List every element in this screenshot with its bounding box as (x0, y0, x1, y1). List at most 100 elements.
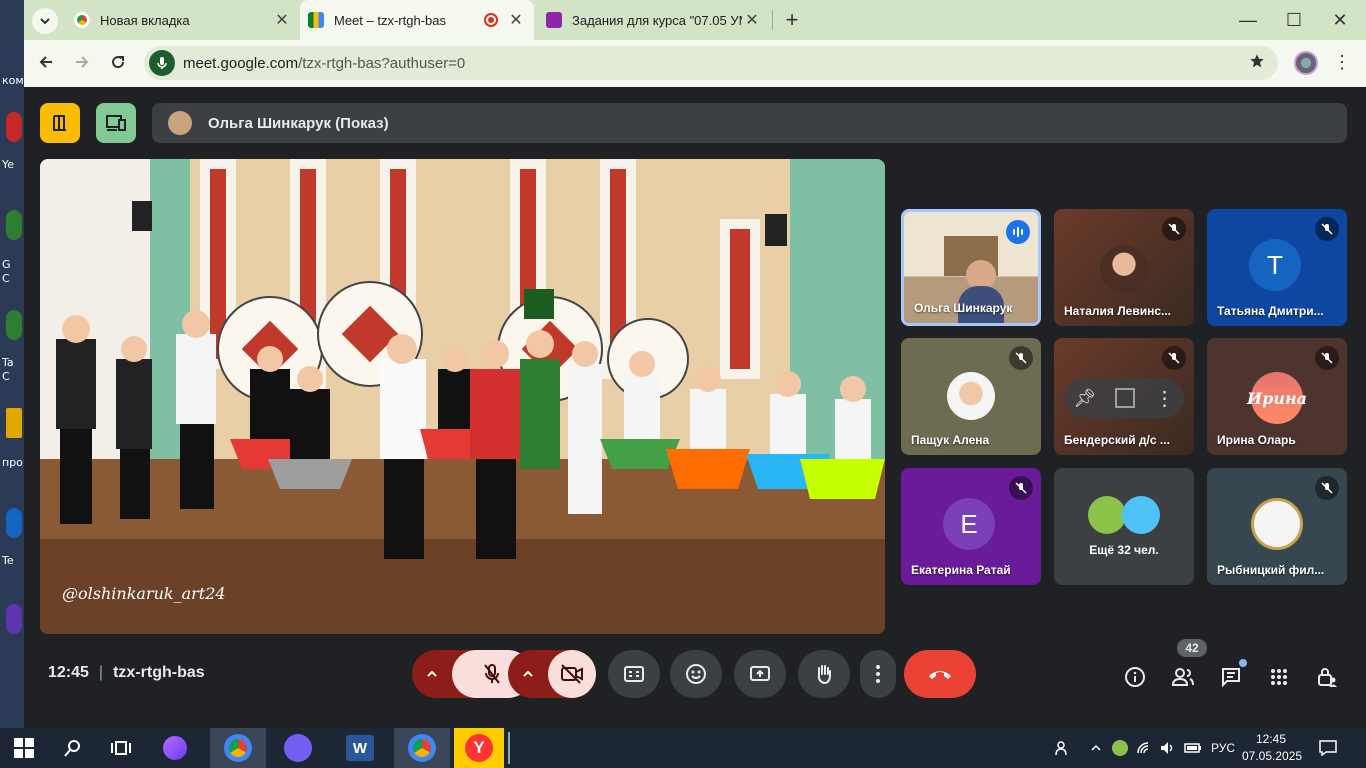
windows-logo-icon (14, 738, 34, 758)
more-options-button[interactable] (860, 650, 896, 698)
profile-avatar[interactable] (1294, 51, 1318, 75)
alice-assistant-button[interactable] (152, 728, 198, 768)
desktop-label: C (2, 272, 10, 285)
people-tray-icon[interactable] (1050, 738, 1074, 758)
start-button[interactable] (0, 728, 48, 768)
clock[interactable]: 12:45 07.05.2025 (1242, 731, 1303, 765)
stage-watermark: @olshinkaruk_art24 (62, 584, 226, 603)
reload-button[interactable] (104, 50, 132, 78)
bookmark-star-icon[interactable] (1248, 52, 1266, 75)
present-button[interactable] (734, 650, 786, 698)
avatar (947, 372, 995, 420)
chat-icon (1222, 668, 1240, 688)
desktop-app-icon[interactable] (6, 310, 22, 340)
volume-icon[interactable] (1158, 738, 1178, 758)
mic-off-icon (1009, 346, 1033, 370)
taskbar-viber[interactable] (270, 728, 326, 768)
people-count-badge: 42 (1177, 639, 1207, 657)
desktop-app-icon[interactable] (6, 408, 22, 438)
tab-close-icon[interactable]: ✕ (742, 10, 762, 30)
language-indicator[interactable]: РУС (1208, 738, 1238, 758)
chevron-up-icon (523, 670, 533, 677)
tab-new-tab[interactable]: Новая вкладка ✕ (68, 0, 298, 40)
desktop-label: про (2, 456, 23, 469)
more-participants-tile[interactable]: Ещё 32 чел. (1054, 468, 1194, 585)
present-screen-icon (750, 666, 770, 681)
tab-meet[interactable]: Meet – tzx-rtgh-bas ✕ (300, 0, 534, 40)
desktop-label: Ye (2, 158, 15, 171)
task-view-button[interactable] (98, 728, 144, 768)
mic-off-icon (1009, 476, 1033, 500)
arrow-right-icon (76, 56, 89, 68)
companion-mode-button[interactable] (96, 103, 136, 143)
captions-button[interactable] (608, 650, 660, 698)
back-button[interactable] (32, 50, 60, 78)
maximize-button[interactable]: ☐ (1280, 6, 1308, 34)
clock-date: 07.05.2025 (1242, 749, 1303, 763)
desktop-app-icon[interactable] (6, 604, 22, 634)
participant-tile[interactable]: Пащук Алена (901, 338, 1041, 455)
close-window-button[interactable]: ✕ (1326, 6, 1354, 34)
taskbar-word[interactable]: W (332, 728, 388, 768)
tab-bar: Новая вкладка ✕ Meet – tzx-rtgh-bas ✕ За… (24, 0, 1366, 40)
participant-tile[interactable]: 📌︎ ⋮ Бендерский д/с ... (1054, 338, 1194, 455)
forward-button[interactable] (68, 50, 96, 78)
taskbar-yandex[interactable]: Y (454, 728, 504, 768)
desktop-app-icon[interactable] (6, 112, 22, 142)
kebab-menu-icon (876, 665, 880, 683)
people-button[interactable]: 42 (1167, 639, 1207, 693)
taskbar-chrome-1[interactable] (210, 728, 266, 768)
chat-button[interactable] (1215, 659, 1247, 693)
address-bar[interactable]: meet.google.com/tzx-rtgh-bas?authuser=0 (144, 46, 1278, 80)
participant-tile[interactable]: Ольга Шинкарук (901, 209, 1041, 326)
avatar (1122, 496, 1160, 534)
participant-tile[interactable]: Наталия Левинс... (1054, 209, 1194, 326)
antivirus-tray-icon[interactable] (1110, 738, 1130, 758)
minimize-button[interactable]: — (1234, 6, 1262, 34)
shared-screen[interactable]: @olshinkaruk_art24 (40, 159, 885, 634)
desktop-label: ком (2, 74, 24, 87)
reactions-button[interactable] (670, 650, 722, 698)
meeting-details-button[interactable] (1119, 661, 1151, 693)
kebab-menu-icon[interactable]: ⋮ (1332, 52, 1352, 76)
leave-presentation-button[interactable] (40, 103, 80, 143)
tab-title: Meet – tzx-rtgh-bas (334, 12, 446, 28)
participant-tile[interactable]: Ирина Ирина Оларь (1207, 338, 1347, 455)
raise-hand-button[interactable] (798, 650, 850, 698)
host-controls-button[interactable] (1311, 661, 1343, 693)
remove-from-frame-icon[interactable] (1115, 388, 1136, 408)
mic-options-button[interactable] (412, 650, 452, 698)
task-view-icon (111, 741, 131, 755)
activities-button[interactable] (1263, 661, 1295, 693)
camera-off-icon (561, 664, 583, 684)
desktop-app-icon[interactable] (6, 508, 22, 538)
participant-tile[interactable]: Рыбницкий фил... (1207, 468, 1347, 585)
taskbar-chrome-2[interactable] (394, 728, 450, 768)
avatar: Е (943, 498, 995, 550)
camera-options-button[interactable] (508, 650, 548, 698)
tab-close-icon[interactable]: ✕ (506, 10, 526, 30)
search-icon (64, 740, 80, 757)
new-tab-button[interactable]: + (778, 6, 806, 34)
battery-icon[interactable] (1182, 738, 1204, 758)
wifi-icon[interactable] (1134, 738, 1154, 758)
notifications-icon[interactable] (1316, 738, 1340, 758)
mic-off-icon (1162, 217, 1186, 241)
more-options-icon[interactable]: ⋮ (1154, 386, 1174, 411)
desktop-app-icon[interactable] (6, 210, 22, 240)
search-button[interactable] (50, 728, 96, 768)
tab-classroom[interactable]: Задания для курса "07.05 УМС ✕ (538, 0, 770, 40)
leave-call-button[interactable] (904, 650, 976, 698)
chevron-up-icon[interactable] (1088, 738, 1104, 758)
tab-close-icon[interactable]: ✕ (272, 10, 292, 30)
participant-name: Татьяна Дмитри... (1217, 304, 1324, 318)
tab-search-button[interactable] (32, 8, 58, 34)
participant-name: Екатерина Ратай (911, 563, 1011, 577)
pin-icon[interactable]: 📌︎ (1074, 388, 1097, 409)
microphone-indicator[interactable] (149, 50, 175, 76)
camera-toggle-button[interactable] (548, 650, 596, 698)
participant-tile[interactable]: Т Татьяна Дмитри... (1207, 209, 1347, 326)
participant-tile[interactable]: Е Екатерина Ратай (901, 468, 1041, 585)
end-call-icon (929, 671, 951, 679)
desktop-label: Ta (2, 356, 14, 369)
